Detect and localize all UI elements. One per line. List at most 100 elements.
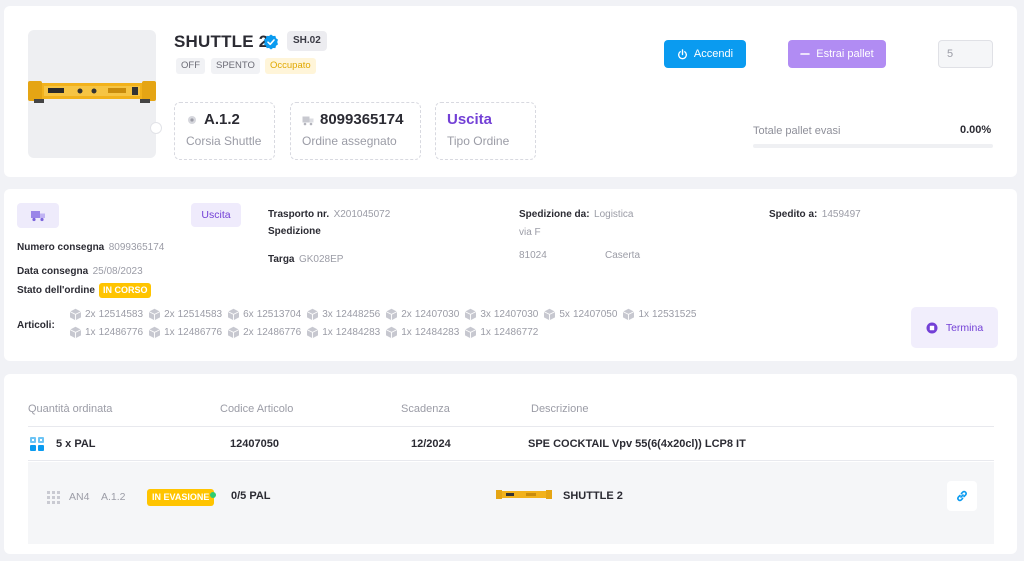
- sub-row-an: AN4: [69, 491, 90, 503]
- article-code: 12484283: [414, 327, 460, 338]
- article-qty: 3x: [322, 309, 333, 320]
- data-consegna: Data consegna 25/08/2023: [17, 261, 143, 279]
- col-header-quantita: Quantità ordinata: [28, 403, 113, 415]
- article-code: 12486776: [177, 327, 223, 338]
- address-cap: 81024: [519, 250, 547, 261]
- article-code: 12448256: [335, 309, 381, 320]
- stat-ordine: 8099365174 Ordine assegnato: [290, 102, 421, 160]
- sub-row-qty: 0/5 PAL: [231, 490, 271, 502]
- article-chip: 1x 12531525: [622, 308, 697, 321]
- truck-icon: [302, 116, 314, 125]
- spedizione-da: Spedizione da: Logistica: [519, 204, 633, 222]
- pallet-qty-input[interactable]: 5: [938, 40, 993, 68]
- accendi-label: Accendi: [693, 48, 734, 60]
- evasione-status-badge: IN EVASIONE: [147, 489, 215, 506]
- cube-icon: [148, 308, 161, 321]
- article-code: 12407050: [572, 309, 618, 320]
- article-chip: 3x 12448256: [306, 308, 380, 321]
- article-chip: 1x 12486776: [69, 326, 143, 339]
- article-chip: 6x 12513704: [227, 308, 301, 321]
- shuttle-thumbnail: [28, 30, 162, 158]
- trasporto-nr: Trasporto nr. X201045072: [268, 204, 390, 222]
- accendi-button[interactable]: Accendi: [664, 40, 746, 68]
- article-chip: 5x 12407050: [543, 308, 617, 321]
- article-code: 12486776: [256, 327, 302, 338]
- table-divider: [28, 426, 994, 427]
- stat-ordine-value: 8099365174: [320, 111, 404, 128]
- stat-tipo-ordine: Uscita Tipo Ordine: [435, 102, 536, 160]
- numero-consegna-value: 8099365174: [108, 242, 165, 253]
- article-chip: 2x 12486776: [227, 326, 301, 339]
- article-code: 12531525: [652, 309, 697, 320]
- cube-icon: [306, 326, 319, 339]
- col-header-descrizione: Descrizione: [531, 403, 589, 415]
- article-chip: 2x 12407030: [385, 308, 459, 321]
- articles-table-card: Quantità ordinata Codice Articolo Scaden…: [4, 374, 1017, 554]
- stat-corsia: A.1.2 Corsia Shuttle: [174, 102, 275, 160]
- grid-dots-icon: [47, 491, 60, 504]
- shuttle-mini-image: [496, 490, 552, 499]
- sub-row-shuttle: SHUTTLE 2: [563, 490, 623, 502]
- link-icon: [957, 490, 967, 502]
- shuttle-card: SHUTTLE 2 SH.02 OFF SPENTO Occupato A.1.…: [4, 6, 1017, 177]
- table-row[interactable]: 5 x PAL 12407050 12/2024 SPE COCKTAIL Vp…: [28, 434, 994, 460]
- article-chip: 3x 12407030: [464, 308, 538, 321]
- article-qty: 2x: [401, 309, 412, 320]
- articoli-list-row-1: 2x 12514583 2x 12514583 6x 12513704 3x 12448256…: [69, 308, 697, 321]
- status-tag-occupato: Occupato: [265, 58, 316, 74]
- sub-row-assignment: AN4 A.1.2 IN EVASIONE 0/5 PAL SHUTTLE 2: [28, 462, 994, 544]
- order-card: Uscita Numero consegna 8099365174 Data c…: [4, 189, 1017, 361]
- stat-corsia-value: A.1.2: [204, 111, 240, 128]
- status-tag-spento: SPENTO: [211, 58, 260, 74]
- article-qty: 2x: [243, 327, 254, 338]
- article-chip: 1x 12484283: [306, 326, 380, 339]
- article-code: 12513704: [256, 309, 302, 320]
- articoli-list-row-2: 1x 12486776 1x 12486776 2x 12486776 1x 12484283…: [69, 326, 538, 339]
- article-qty: 1x: [480, 327, 491, 338]
- article-qty: 1x: [401, 327, 412, 338]
- article-code: 12486776: [98, 327, 144, 338]
- article-chip: 1x 12484283: [385, 326, 459, 339]
- targa-label: Targa: [268, 254, 295, 265]
- totale-pallet-label: Totale pallet evasi: [753, 125, 841, 137]
- stat-ordine-label: Ordine assegnato: [302, 134, 397, 148]
- numero-consegna-label: Numero consegna: [17, 242, 105, 253]
- cube-icon: [386, 308, 398, 321]
- cube-icon: [544, 308, 556, 321]
- cube-icon: [306, 308, 319, 321]
- spedito-a-label: Spedito a:: [769, 209, 818, 220]
- status-badge: IN CORSO: [98, 283, 152, 298]
- thumbnail-handle[interactable]: [150, 122, 162, 134]
- estrai-pallet-button[interactable]: Estrai pallet: [788, 40, 886, 68]
- estrai-pallet-label: Estrai pallet: [816, 48, 874, 60]
- link-button[interactable]: [947, 481, 977, 511]
- cube-icon: [227, 308, 240, 321]
- shuttle-code-badge: SH.02: [287, 31, 327, 51]
- article-chip: 1x 12486772: [464, 326, 538, 339]
- power-icon: [677, 48, 687, 59]
- cube-icon: [386, 326, 398, 339]
- pallet-grid-icon: [30, 437, 44, 451]
- article-qty: 1x: [322, 327, 333, 338]
- stato-ordine: Stato dell'ordine IN CORSO: [17, 283, 152, 298]
- article-code: 12514583: [177, 309, 223, 320]
- article-chip: 2x 12514583: [69, 308, 143, 321]
- data-consegna-label: Data consegna: [17, 266, 89, 277]
- termina-label: Termina: [945, 321, 984, 334]
- address-city: Caserta: [605, 250, 641, 261]
- verified-icon: [264, 34, 278, 50]
- cube-icon: [148, 326, 161, 339]
- row-descrizione: SPE COCKTAIL Vpv 55(6(4x20cl)) LCP8 IT: [528, 438, 746, 450]
- order-type-badge[interactable]: Uscita: [191, 203, 241, 227]
- stato-ordine-label: Stato dell'ordine: [17, 285, 95, 296]
- termina-button[interactable]: Termina: [911, 307, 998, 348]
- trasporto-value: X201045072: [333, 209, 391, 220]
- page-title: SHUTTLE 2: [174, 32, 269, 51]
- row-qty: 5 x PAL: [56, 438, 96, 450]
- cube-icon: [69, 326, 82, 339]
- status-tag-off: OFF: [176, 58, 205, 74]
- cube-icon: [227, 326, 240, 339]
- article-chip: 1x 12486776: [148, 326, 222, 339]
- article-qty: 6x: [243, 309, 254, 320]
- totale-pallet-value: 0.00%: [960, 124, 992, 136]
